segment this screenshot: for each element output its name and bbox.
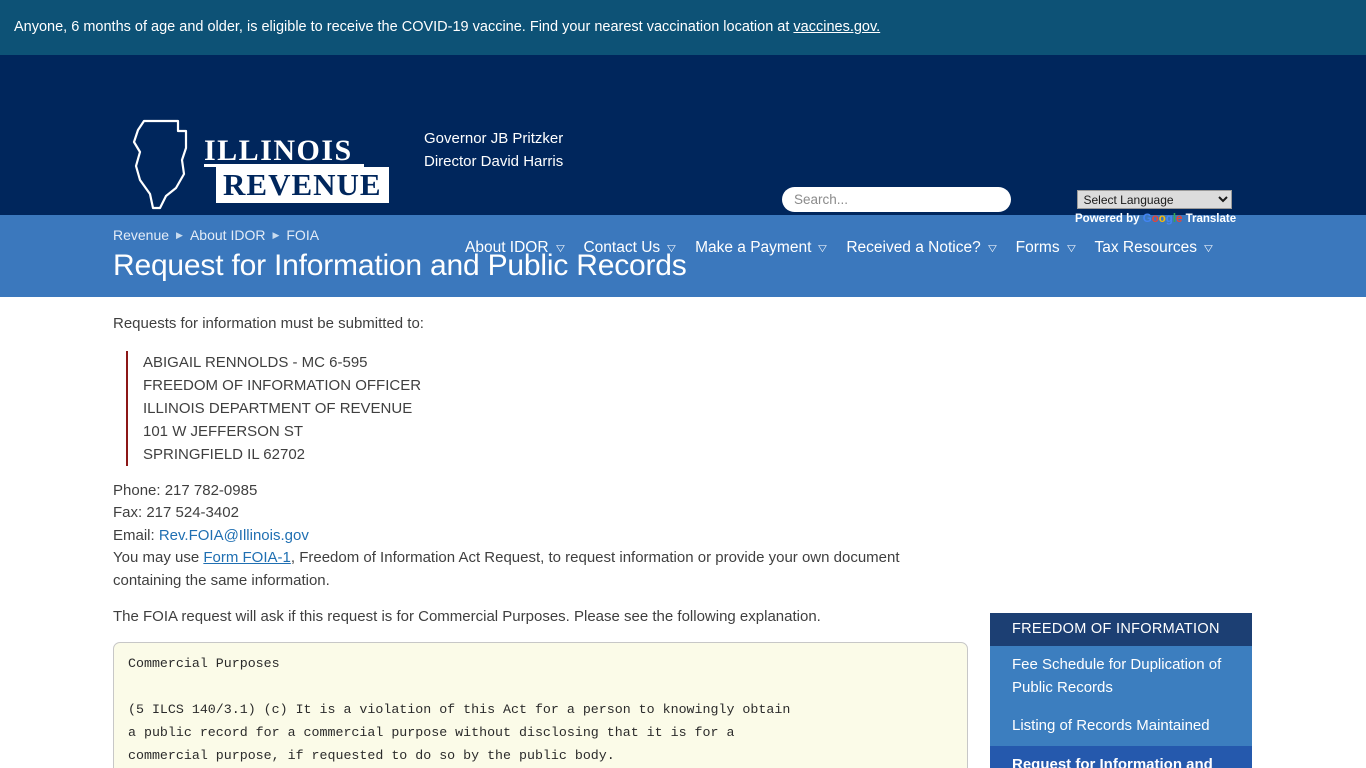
officials-block: Governor JB Pritzker Director David Harr…: [424, 127, 563, 173]
nav-item-about-idor[interactable]: About IDOR ▽: [455, 239, 573, 257]
address-line: SPRINGFIELD IL 62702: [143, 445, 306, 463]
alert-text-body: Anyone, 6 months of age and older, is el…: [14, 19, 794, 36]
nav-label: Tax Resources: [1094, 239, 1198, 256]
address-line: 101 W JEFFERSON ST: [143, 422, 304, 440]
sidebar-item-listing-of-records[interactable]: Listing of Records Maintained: [990, 707, 1252, 746]
nav-item-received-a-notice[interactable]: Received a Notice? ▽: [836, 239, 1005, 257]
email-label: Email:: [113, 526, 159, 544]
nav-label: Contact Us: [583, 239, 661, 256]
breadcrumb-item-about-idor[interactable]: About IDOR: [190, 227, 265, 243]
sidebar-header: FREEDOM OF INFORMATION: [990, 613, 1252, 646]
nav-item-make-a-payment[interactable]: Make a Payment ▽: [685, 239, 836, 257]
site-header: ILLINOIS REVENUE Governor JB Pritzker Di…: [0, 55, 1366, 256]
governor-name: Governor JB Pritzker: [424, 130, 564, 147]
content-area: Requests for information must be submitt…: [0, 297, 1366, 768]
logo-text-revenue: REVENUE: [216, 167, 389, 204]
nav-label: About IDOR: [465, 239, 549, 256]
illinois-revenue-logo[interactable]: ILLINOIS REVENUE: [126, 118, 389, 211]
main-navigation: About IDOR ▽ Contact Us ▽ Make a Payment…: [455, 239, 1222, 257]
chevron-down-icon: ▽: [1066, 242, 1076, 253]
email-link[interactable]: Rev.FOIA@Illinois.gov: [159, 527, 309, 544]
chevron-down-icon: ▽: [818, 242, 828, 253]
covid-alert-bar: Anyone, 6 months of age and older, is el…: [0, 0, 1366, 55]
intro-paragraph: Requests for information must be submitt…: [113, 315, 424, 332]
foia-sidebar: FREEDOM OF INFORMATION Fee Schedule for …: [990, 613, 1252, 768]
breadcrumb-item-foia[interactable]: FOIA: [286, 227, 319, 243]
commercial-purposes-statute-block: Commercial Purposes (5 ILCS 140/3.1) (c)…: [113, 642, 968, 768]
nav-item-contact-us[interactable]: Contact Us ▽: [573, 239, 685, 257]
commercial-purposes-intro: The FOIA request will ask if this reques…: [113, 608, 821, 626]
search-input[interactable]: [782, 187, 1011, 212]
vaccines-gov-link[interactable]: vaccines.gov.: [793, 19, 880, 35]
nav-item-tax-resources[interactable]: Tax Resources ▽: [1085, 239, 1222, 257]
illinois-state-outline-icon: [132, 119, 188, 210]
address-line: ILLINOIS DEPARTMENT OF REVENUE: [143, 399, 413, 417]
form-sentence-prefix: You may use: [113, 549, 204, 567]
phone-line: Phone: 217 782-0985: [113, 481, 258, 499]
sidebar-item-request-for-information[interactable]: Request for Information and Public Recor…: [990, 745, 1252, 768]
chevron-down-icon: ▽: [987, 242, 997, 253]
google-wordmark: Google: [1142, 213, 1183, 225]
breadcrumb-separator-icon: ▶: [272, 229, 280, 240]
nav-item-forms[interactable]: Forms ▽: [1006, 239, 1085, 257]
logo-text-illinois: ILLINOIS: [204, 134, 353, 167]
form-foia-sentence: You may use Form FOIA-1, Freedom of Info…: [113, 547, 968, 592]
address-line: ABIGAIL RENNOLDS - MC 6-595: [143, 353, 368, 371]
translate-label: Translate: [1185, 213, 1237, 225]
chevron-down-icon: ▽: [667, 242, 676, 253]
breadcrumb-item-revenue[interactable]: Revenue: [113, 227, 169, 243]
chevron-down-icon: ▽: [1204, 242, 1213, 253]
language-select[interactable]: Select Language: [1076, 190, 1232, 209]
alert-message: Anyone, 6 months of age and older, is el…: [14, 18, 880, 37]
main-content-column: Requests for information must be submitt…: [113, 313, 968, 768]
breadcrumb-separator-icon: ▶: [176, 229, 183, 240]
sidebar-item-fee-schedule[interactable]: Fee Schedule for Duplication of Public R…: [990, 646, 1252, 707]
powered-by-google-translate: Powered by Google Translate: [1075, 213, 1236, 225]
contact-details: Phone: 217 782-0985 Fax: 217 524-3402 Em…: [113, 480, 968, 593]
nav-label: Forms: [1015, 239, 1060, 256]
address-line: FREEDOM OF INFORMATION OFFICER: [143, 376, 422, 394]
chevron-down-icon: ▽: [555, 242, 565, 253]
google-translate-widget: Select Language Powered by Google Transl…: [1075, 190, 1236, 225]
nav-label: Received a Notice?: [846, 239, 981, 256]
foia-address-block: ABIGAIL RENNOLDS - MC 6-595 FREEDOM OF I…: [126, 350, 968, 466]
director-name: Director David Harris: [424, 153, 564, 170]
powered-by-label: Powered by: [1075, 213, 1140, 225]
form-foia-1-link[interactable]: Form FOIA-1: [203, 549, 291, 566]
email-line: Email: Rev.FOIA@Illinois.gov: [113, 525, 968, 548]
fax-line: Fax: 217 524-3402: [113, 504, 239, 522]
nav-label: Make a Payment: [695, 239, 812, 256]
